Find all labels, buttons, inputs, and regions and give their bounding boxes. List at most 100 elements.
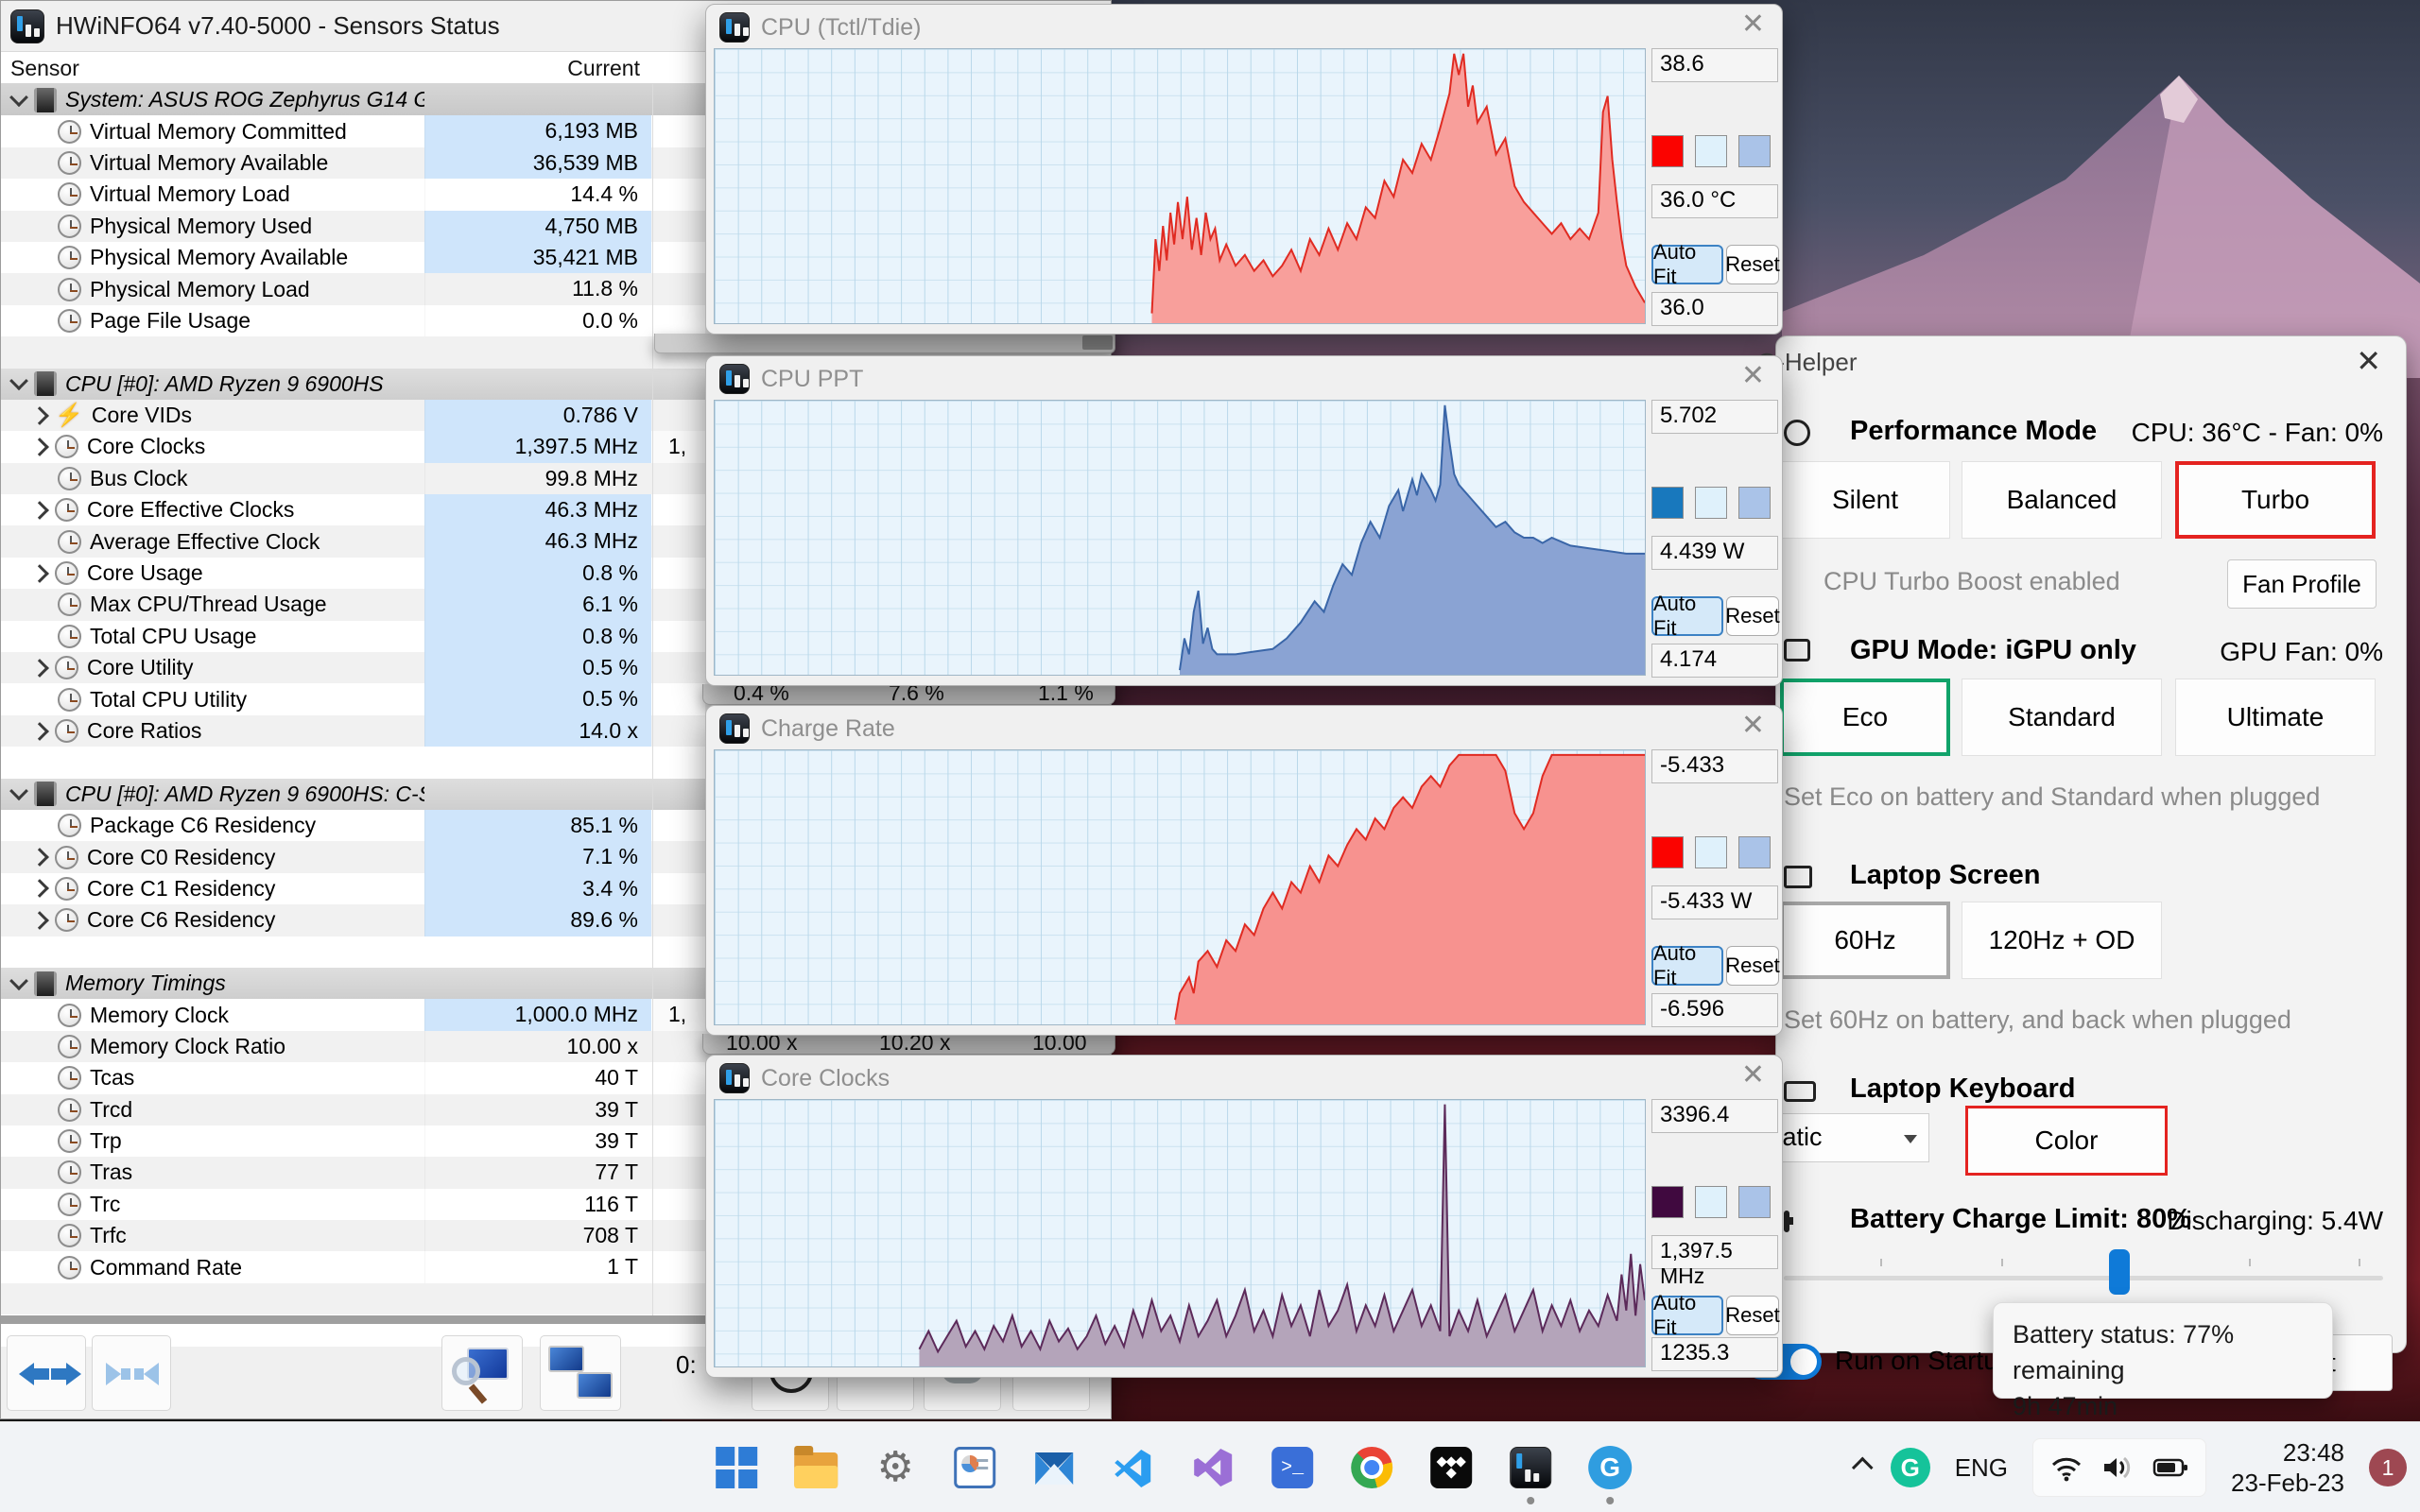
chevron-down-icon[interactable] [9,371,28,391]
chevron-down-icon[interactable] [9,971,28,990]
graph-titlebar[interactable]: Core Clocks [719,1063,890,1093]
series-color-swatch[interactable] [1651,487,1684,519]
sensor-section-row[interactable]: System: ASUS ROG Zephyrus G14 GA402RK_..… [1,84,705,116]
graph-plot-area[interactable] [714,400,1646,676]
chevron-down-icon[interactable] [9,782,28,801]
expand-columns-button[interactable] [7,1335,86,1411]
sensor-row[interactable]: Total CPU Usage 0.8 % [1,620,705,653]
color-option-swatch[interactable] [1738,1186,1771,1218]
color-option-swatch[interactable] [1738,135,1771,167]
graph-plot-area[interactable] [714,48,1646,324]
system-monitor-app-icon[interactable] [953,1446,996,1489]
sensor-row[interactable]: Physical Memory Used 4,750 MB [1,210,705,242]
sensor-row[interactable]: Core Utility 0.5 % [1,652,705,684]
sensor-row[interactable]: Total CPU Utility 0.5 % [1,683,705,715]
sensor-row[interactable]: Trfc 708 T [1,1220,705,1252]
terminal-icon[interactable]: >_ [1270,1446,1314,1489]
chevron-right-icon[interactable] [30,910,49,930]
column-header-sensor[interactable]: Sensor [10,56,79,81]
color-option-swatch[interactable] [1695,487,1727,519]
settings-gear-icon[interactable]: ⚙ [873,1446,917,1489]
sensor-row[interactable]: Package C6 Residency 85.1 % [1,809,705,842]
fan-profile-button[interactable]: Fan Profile [2227,559,2377,609]
graph-plot-area[interactable] [714,1099,1646,1367]
chevron-right-icon[interactable] [30,848,49,867]
remote-monitoring-button[interactable] [540,1335,621,1411]
hwinfo-taskbar-icon[interactable] [1509,1446,1552,1504]
chevron-right-icon[interactable] [30,879,49,899]
sensor-row[interactable]: Core C0 Residency 7.1 % [1,841,705,873]
hidden-window-scrollbar[interactable] [654,334,1115,353]
color-option-swatch[interactable] [1695,1186,1727,1218]
graph-plot-area[interactable] [714,749,1646,1025]
sensor-table-header[interactable]: Sensor Current [1,52,705,84]
chevron-right-icon[interactable] [30,438,49,456]
sensor-row[interactable]: Virtual Memory Load 14.4 % [1,179,705,211]
standard-gpu-button[interactable]: Standard [1962,679,2162,756]
visual-studio-icon[interactable] [1191,1446,1235,1489]
sensor-row[interactable]: Page File Usage 0.0 % [1,304,705,337]
sensor-row[interactable]: Core Usage 0.8 % [1,557,705,590]
chevron-right-icon[interactable] [30,405,49,425]
close-icon[interactable]: ✕ [2356,346,2381,376]
chevron-down-icon[interactable] [9,87,28,107]
hidden-window-strip-1[interactable]: 0.4 % 7.6 % 1.1 % [702,684,1115,705]
refresh-60hz-button[interactable]: 60Hz [1780,902,1950,979]
hidden-window-strip-2[interactable]: 10.00 x 10.20 x 10.00 [702,1034,1115,1055]
sensor-row[interactable]: ⚡ Core VIDs 0.786 V [1,399,705,432]
sensor-section-row[interactable]: Memory Timings [1,967,705,1000]
sensor-row[interactable]: Average Effective Clock 46.3 MHz [1,525,705,558]
graph-titlebar[interactable]: Charge Rate [719,713,895,744]
sensor-row[interactable]: Memory Clock Ratio 10.00 x [1,1030,705,1063]
color-option-swatch[interactable] [1695,135,1727,167]
column-header-current[interactable]: Current [424,56,640,81]
close-icon[interactable]: ✕ [1741,362,1765,390]
reset-button[interactable]: Reset [1725,596,1780,636]
notification-badge[interactable]: 1 [2369,1449,2407,1486]
sensor-row[interactable]: Trc 116 T [1,1188,705,1221]
sensor-row[interactable]: Bus Clock 99.8 MHz [1,462,705,495]
mail-app-icon[interactable] [1032,1446,1076,1489]
graph-titlebar[interactable]: CPU PPT [719,364,863,394]
autofit-button[interactable]: Auto Fit [1651,592,1723,640]
turbo-mode-button[interactable]: Turbo [2175,461,2376,539]
sensor-row[interactable]: Core Clocks 1,397.5 MHz 1, [1,431,705,463]
chevron-right-icon[interactable] [30,500,49,520]
autofit-button[interactable]: Auto Fit [1651,1291,1723,1339]
vscode-icon[interactable] [1112,1446,1155,1489]
series-color-swatch[interactable] [1651,1186,1684,1218]
sensor-row[interactable]: Memory Clock 1,000.0 MHz 1, [1,999,705,1031]
collapse-columns-button[interactable] [92,1335,171,1411]
ghelper-taskbar-icon[interactable]: G [1588,1446,1633,1504]
sensor-row[interactable]: Command Rate 1 T [1,1251,705,1283]
sensor-row[interactable]: Virtual Memory Available 36,539 MB [1,146,705,180]
color-option-swatch[interactable] [1695,836,1727,868]
sensor-row[interactable]: Tras 77 T [1,1157,705,1189]
tray-overflow-chevron-icon[interactable] [1851,1456,1874,1479]
language-indicator[interactable]: ENG [1955,1453,2008,1483]
series-color-swatch[interactable] [1651,836,1684,868]
battery-limit-slider-thumb[interactable] [2109,1249,2130,1295]
color-option-swatch[interactable] [1738,487,1771,519]
series-color-swatch[interactable] [1651,135,1684,167]
tray-clock[interactable]: 23:48 23-Feb-23 [2231,1437,2344,1498]
sensor-row[interactable]: Physical Memory Load 11.8 % [1,273,705,305]
balanced-mode-button[interactable]: Balanced [1962,461,2162,539]
eco-gpu-button[interactable]: Eco [1780,679,1950,756]
chevron-right-icon[interactable] [30,563,49,583]
battery-limit-slider-track[interactable] [1784,1276,2383,1280]
sensor-row[interactable]: Tcas 40 T [1,1062,705,1094]
sensor-row[interactable]: Trcd 39 T [1,1093,705,1125]
sensor-row[interactable]: Max CPU/Thread Usage 6.1 % [1,589,705,621]
reset-button[interactable]: Reset [1725,946,1780,986]
close-icon[interactable]: ✕ [1741,1061,1765,1090]
ultimate-gpu-button[interactable]: Ultimate [2175,679,2376,756]
file-explorer-icon[interactable] [794,1446,838,1489]
silent-mode-button[interactable]: Silent [1780,461,1950,539]
screen-capture-button[interactable] [441,1335,523,1411]
start-button[interactable] [715,1446,758,1489]
close-icon[interactable]: ✕ [1741,10,1765,39]
scrollbar-thumb[interactable] [1082,335,1113,350]
sensor-row[interactable]: Core Ratios 14.0 x [1,714,705,747]
reset-button[interactable]: Reset [1725,1296,1780,1335]
